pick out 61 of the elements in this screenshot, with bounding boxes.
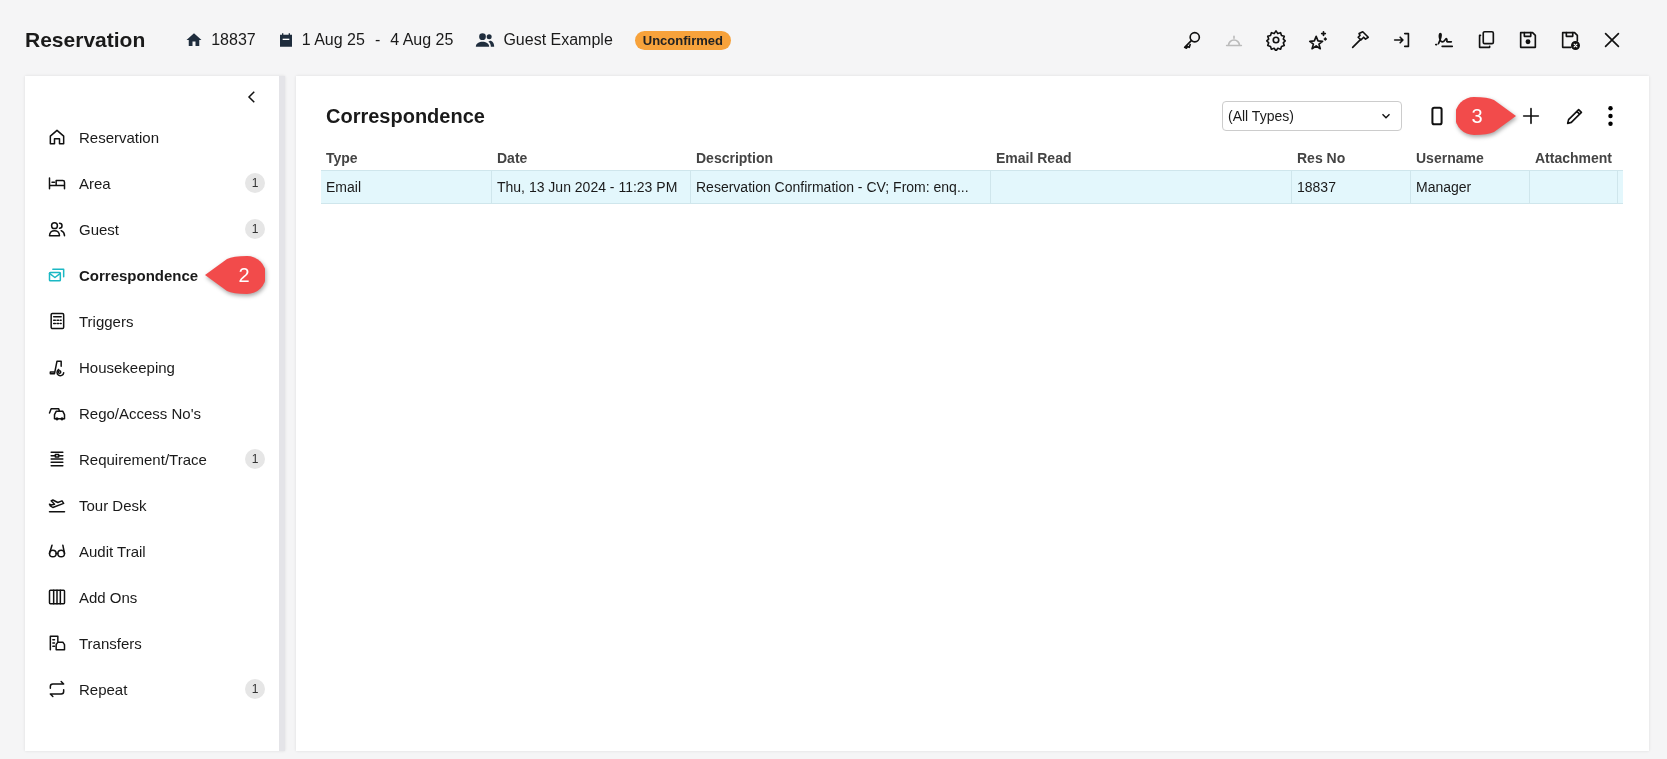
reservation-number: 18837 bbox=[211, 31, 256, 49]
sidebar-item[interactable]: Guest 1 bbox=[25, 206, 279, 252]
table-row[interactable]: Email Thu, 13 Jun 2024 - 11:23 PM Reservation Confirmation - CV; From: enq... 18837 Manager bbox=[321, 170, 1623, 204]
count-badge: 1 bbox=[245, 449, 265, 469]
column-header[interactable]: Attachment bbox=[1530, 146, 1618, 170]
more-icon bbox=[1608, 106, 1613, 126]
home-icon bbox=[185, 31, 204, 49]
table-cell: 18837 bbox=[1297, 179, 1336, 195]
sidebar-item[interactable]: Housekeeping bbox=[25, 344, 279, 390]
type-filter-dropdown[interactable]: (All Types) bbox=[1222, 101, 1402, 131]
savex-icon bbox=[1559, 29, 1581, 51]
status-badge: Unconfirmed bbox=[634, 30, 731, 50]
column-header[interactable]: Res No bbox=[1292, 146, 1411, 170]
column-header[interactable]: Date bbox=[492, 146, 691, 170]
count-badge: 1 bbox=[245, 173, 265, 193]
sidebar-item[interactable]: Repeat 1 bbox=[25, 666, 279, 712]
column-header[interactable]: Description bbox=[691, 146, 991, 170]
calc-icon bbox=[47, 311, 67, 331]
count-badge: 1 bbox=[245, 679, 265, 699]
sidebar-item[interactable]: Requirement/Trace 1 bbox=[25, 436, 279, 482]
sidebar-item[interactable]: Triggers bbox=[25, 298, 279, 344]
callout-marker: 3 bbox=[1456, 96, 1518, 136]
sidebar-item[interactable]: Reservation bbox=[25, 114, 279, 160]
column-header[interactable]: Type bbox=[321, 146, 492, 170]
count-badge: 1 bbox=[245, 219, 265, 239]
table-cell: Manager bbox=[1416, 179, 1472, 195]
sidebar-item[interactable]: Add Ons bbox=[25, 574, 279, 620]
panel-title: Correspondence bbox=[326, 104, 486, 128]
gear-icon bbox=[1265, 29, 1287, 51]
guest-name: Guest Example bbox=[503, 31, 613, 49]
calendar-icon bbox=[277, 32, 294, 48]
sidebar-item[interactable]: Rego/Access No's bbox=[25, 390, 279, 436]
save-icon bbox=[1517, 29, 1539, 51]
departure-date: 4 Aug 25 bbox=[390, 31, 454, 49]
hammer-icon bbox=[1349, 29, 1371, 51]
sparkle-icon bbox=[1307, 29, 1329, 51]
home-icon bbox=[47, 127, 67, 147]
add-button[interactable] bbox=[1520, 105, 1542, 127]
people-icon bbox=[475, 30, 496, 50]
sidebar-item[interactable]: Correspondence 2 bbox=[25, 252, 279, 298]
arrival-date: 1 Aug 25 bbox=[301, 31, 365, 49]
more-button[interactable] bbox=[1608, 106, 1613, 126]
people-icon bbox=[47, 219, 67, 239]
list-icon bbox=[47, 449, 67, 469]
table-cell: Email bbox=[326, 179, 361, 195]
table-cell: Reservation Confirmation - CV; From: enq... bbox=[696, 179, 969, 195]
plus-icon bbox=[1520, 105, 1542, 127]
callout-marker: 2 bbox=[203, 255, 265, 295]
repeat-icon bbox=[47, 679, 67, 699]
key-icon bbox=[1181, 29, 1203, 51]
column-header[interactable]: Username bbox=[1411, 146, 1530, 170]
window-title: Reservation bbox=[25, 28, 146, 52]
sidebar-item[interactable]: Transfers bbox=[25, 620, 279, 666]
sidebar-item[interactable]: Tour Desk bbox=[25, 482, 279, 528]
building-icon bbox=[47, 633, 67, 653]
date-separator: - bbox=[374, 31, 381, 49]
sidebar-item[interactable]: Audit Trail bbox=[25, 528, 279, 574]
table-cell: Thu, 13 Jun 2024 - 11:23 PM bbox=[497, 179, 678, 195]
sidebar-item[interactable]: Area 1 bbox=[25, 160, 279, 206]
mail-icon bbox=[47, 265, 67, 285]
column-header[interactable]: Email Read bbox=[991, 146, 1292, 170]
